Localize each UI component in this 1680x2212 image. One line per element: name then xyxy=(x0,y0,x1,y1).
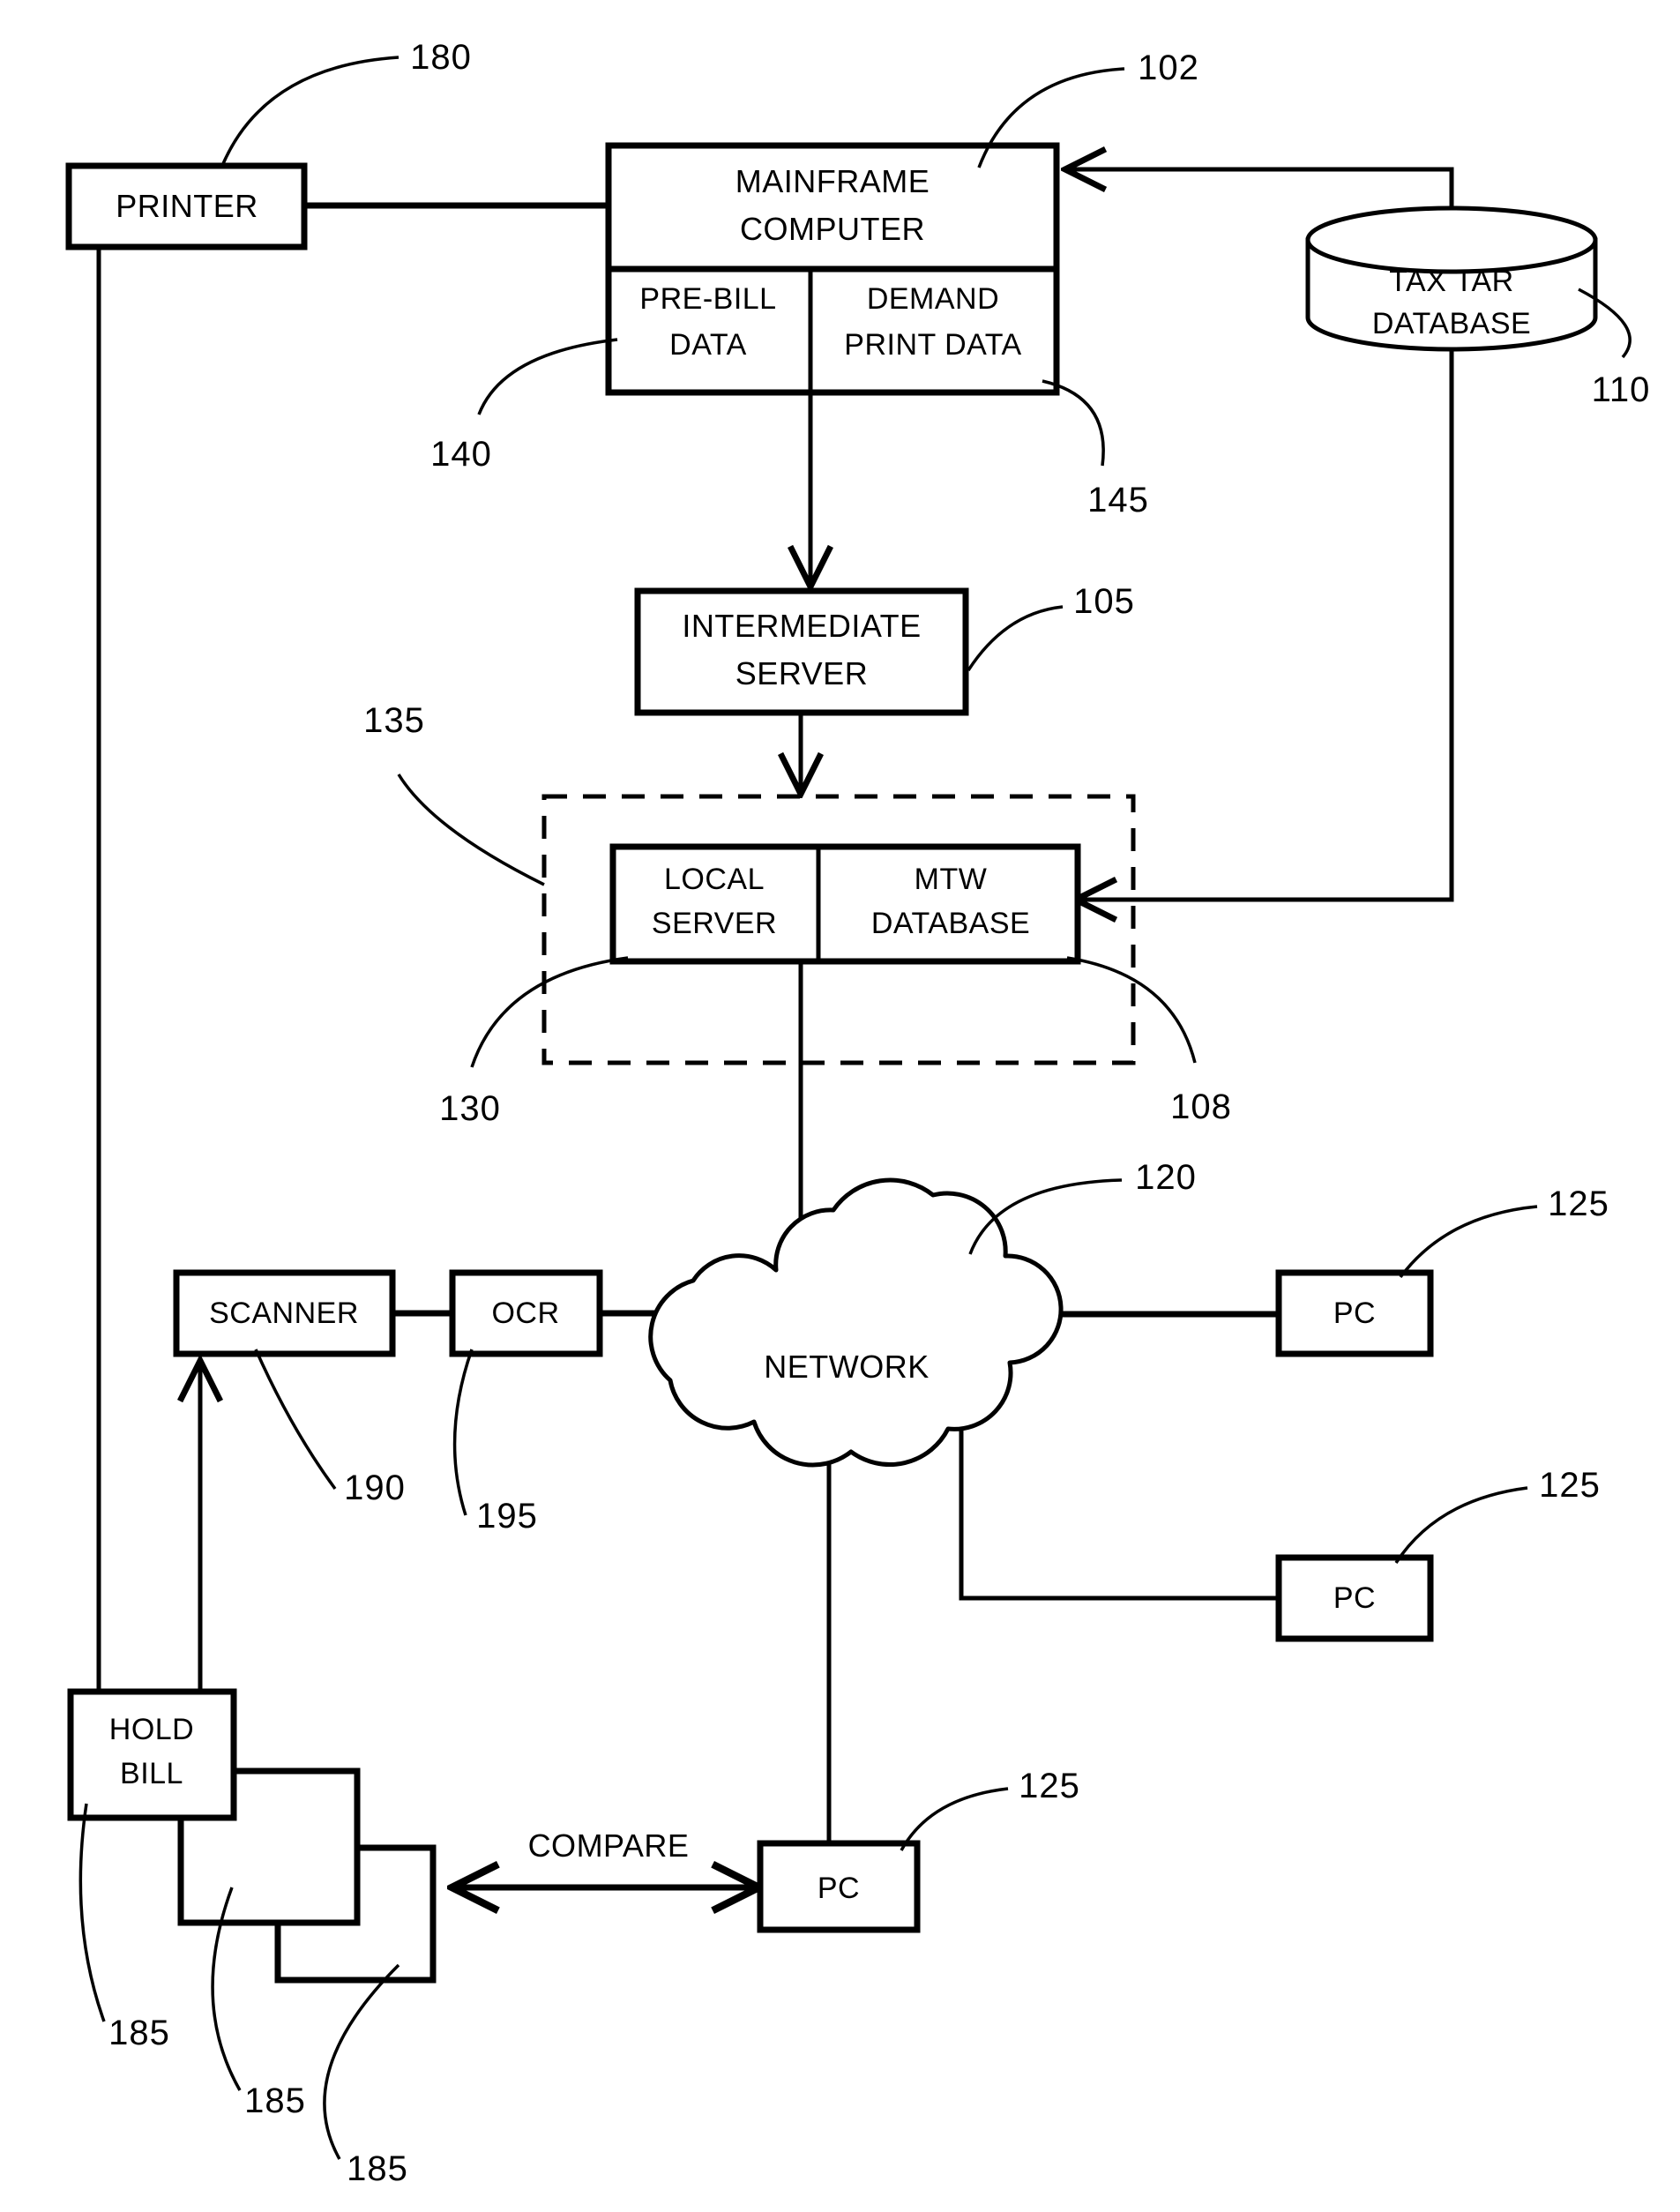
connector-taxtar-to-mtw-database xyxy=(1078,346,1454,900)
taxtar-label-line1: TAX TAR xyxy=(1389,265,1513,298)
ref-leader-145: 145 xyxy=(1042,379,1149,519)
mtw-database-label-line2: DATABASE xyxy=(871,907,1030,940)
pc-top-label: PC xyxy=(1333,1297,1376,1330)
ref-label-105: 105 xyxy=(1073,582,1135,621)
node-hold-bill[interactable]: HOLD BILL xyxy=(67,1688,237,1821)
intermediate-server-label-line2: SERVER xyxy=(735,655,868,691)
connector-taxtar-to-mainframe xyxy=(1067,169,1454,212)
ref-label-125-top: 125 xyxy=(1548,1184,1609,1223)
node-pc-top[interactable]: PC xyxy=(1275,1269,1434,1357)
prebill-label-line2: DATA xyxy=(669,328,747,362)
ref-leader-195: 195 xyxy=(452,1349,538,1536)
node-mainframe-computer[interactable]: MAINFRAME COMPUTER PRE-BILL DATA DEMAND … xyxy=(605,142,1060,396)
demand-print-label-line1: DEMAND xyxy=(867,282,999,316)
ref-label-145: 145 xyxy=(1087,481,1149,519)
ref-label-125-bottom: 125 xyxy=(1019,1767,1080,1805)
ref-leader-125-top: 125 xyxy=(1399,1184,1609,1279)
node-ocr[interactable]: OCR xyxy=(449,1269,603,1357)
ref-label-185-c: 185 xyxy=(347,2149,408,2188)
demand-print-label-line2: PRINT DATA xyxy=(844,328,1021,362)
network-cloud-shape[interactable] xyxy=(648,1177,1064,1468)
ref-label-180: 180 xyxy=(410,38,472,77)
node-scanner[interactable]: SCANNER xyxy=(173,1269,396,1357)
pc-middle-label: PC xyxy=(1333,1581,1376,1615)
ref-label-195: 195 xyxy=(476,1497,538,1536)
ref-leader-105: 105 xyxy=(967,582,1135,671)
ref-leader-190: 190 xyxy=(254,1349,406,1507)
ref-label-108: 108 xyxy=(1170,1087,1232,1126)
system-block-diagram: PRINTER MAINFRAME COMPUTER PRE-BILL DATA… xyxy=(65,38,1651,2188)
ref-label-190: 190 xyxy=(344,1468,406,1507)
mtw-database-label-line1: MTW xyxy=(915,863,988,896)
ref-leader-125-bottom: 125 xyxy=(900,1767,1080,1851)
mainframe-label-line2: COMPUTER xyxy=(740,211,925,247)
ref-label-185-a: 185 xyxy=(108,2014,170,2052)
ref-leader-130: 130 xyxy=(439,956,629,1128)
network-label: NETWORK xyxy=(764,1349,930,1385)
ref-label-102: 102 xyxy=(1138,49,1199,87)
local-server-label-line2: SERVER xyxy=(652,907,777,940)
node-network-cloud[interactable]: NETWORK xyxy=(648,1177,1064,1468)
hold-bill-label-line1: HOLD xyxy=(109,1713,194,1746)
ref-leader-135: 135 xyxy=(363,701,545,886)
node-pc-middle[interactable]: PC xyxy=(1275,1554,1434,1642)
ref-label-110: 110 xyxy=(1592,370,1651,409)
ref-label-130: 130 xyxy=(439,1089,501,1128)
ref-label-135: 135 xyxy=(363,701,425,740)
ref-leader-125-middle: 125 xyxy=(1394,1466,1601,1564)
taxtar-cylinder-top xyxy=(1305,206,1598,274)
node-tax-tar-database[interactable]: TAX TAR DATABASE xyxy=(1305,206,1598,352)
ref-leader-140: 140 xyxy=(430,338,618,474)
hold-bill-box[interactable] xyxy=(67,1688,237,1821)
local-server-label-line1: LOCAL xyxy=(664,863,765,896)
node-pc-bottom[interactable]: PC xyxy=(757,1840,921,1933)
ocr-label: OCR xyxy=(491,1297,559,1330)
connector-network-to-pc-middle xyxy=(959,1411,1279,1601)
node-local-server-group[interactable]: LOCAL SERVER MTW DATABASE xyxy=(609,843,1081,965)
hold-bill-label-line2: BILL xyxy=(120,1757,183,1790)
ref-label-120: 120 xyxy=(1135,1158,1197,1197)
compare-edge-label: COMPARE xyxy=(528,1827,690,1864)
intermediate-server-label-line1: INTERMEDIATE xyxy=(682,608,921,644)
ref-leader-108: 108 xyxy=(1066,956,1232,1126)
pc-bottom-label: PC xyxy=(818,1872,860,1905)
patent-figure: PRINTER MAINFRAME COMPUTER PRE-BILL DATA… xyxy=(0,0,1680,2212)
node-intermediate-server[interactable]: INTERMEDIATE SERVER xyxy=(634,587,969,716)
printer-label: PRINTER xyxy=(116,188,258,224)
ref-leader-180: 180 xyxy=(220,38,472,167)
ref-label-125-middle: 125 xyxy=(1539,1466,1601,1505)
ref-leader-185-c: 185 xyxy=(323,1963,408,2188)
taxtar-label-line2: DATABASE xyxy=(1372,307,1531,340)
node-printer[interactable]: PRINTER xyxy=(65,162,308,250)
ref-label-185-b: 185 xyxy=(244,2081,306,2120)
ref-leader-185-a: 185 xyxy=(78,1803,170,2052)
mainframe-label-line1: MAINFRAME xyxy=(735,163,930,199)
ref-label-140: 140 xyxy=(430,435,492,474)
scanner-label: SCANNER xyxy=(209,1297,359,1330)
prebill-label-line1: PRE-BILL xyxy=(639,282,776,316)
